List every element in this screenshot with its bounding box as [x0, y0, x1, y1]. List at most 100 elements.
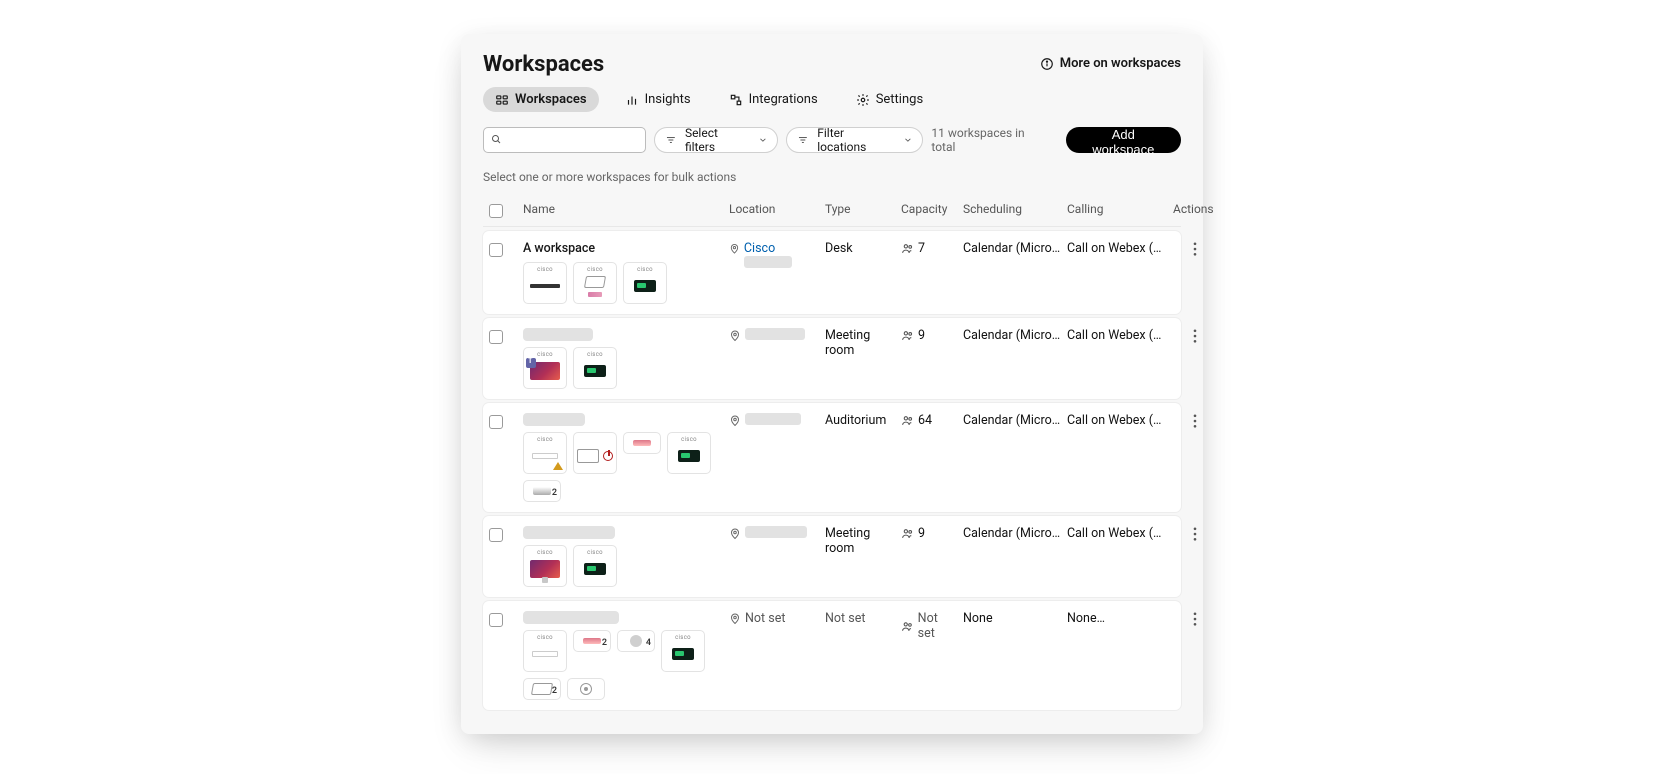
- settings-icon: [856, 93, 870, 107]
- location-pin-icon: [729, 415, 741, 427]
- type-cell: Auditorium: [825, 413, 895, 428]
- page-title: Workspaces: [483, 52, 604, 77]
- scheduling-cell: Calendar (Microsoft): [963, 328, 1061, 343]
- row-actions-button[interactable]: [1187, 526, 1203, 542]
- device-count-badge: 2: [552, 488, 557, 498]
- chevron-down-icon: [903, 135, 913, 145]
- device-thumb[interactable]: cisco: [523, 347, 567, 389]
- calling-cell: Call on Webex (1:1…: [1067, 526, 1167, 541]
- workspace-name-redacted: [523, 413, 585, 426]
- select-all-checkbox[interactable]: [489, 204, 503, 218]
- capacity-value: Not set: [918, 611, 957, 641]
- filter-locations-label: Filter locations: [817, 126, 894, 154]
- device-thumb[interactable]: [573, 432, 617, 474]
- device-thumb[interactable]: cisco: [523, 432, 567, 474]
- location-redacted: [745, 526, 807, 538]
- device-thumb[interactable]: [623, 432, 661, 454]
- device-count-badge: 2: [552, 686, 557, 696]
- warning-icon: [553, 462, 563, 470]
- col-name[interactable]: Name: [523, 202, 723, 216]
- row-actions-button[interactable]: [1187, 413, 1203, 429]
- device-thumb[interactable]: cisco: [667, 432, 711, 474]
- row-actions-button[interactable]: [1187, 241, 1203, 257]
- kebab-icon: [1193, 242, 1197, 256]
- more-on-workspaces-link[interactable]: More on workspaces: [1040, 52, 1181, 71]
- col-type[interactable]: Type: [825, 202, 895, 216]
- scheduling-cell: Calendar (Microsoft): [963, 241, 1061, 256]
- row-checkbox[interactable]: [489, 613, 503, 627]
- location-pin-icon: [729, 243, 740, 255]
- table-row[interactable]: cisco cisco 2 Auditorium 64 Calendar (Mi…: [483, 403, 1181, 512]
- info-icon: [1040, 57, 1054, 71]
- scheduling-cell: Calendar (Microsoft): [963, 413, 1061, 428]
- kebab-icon: [1193, 414, 1197, 428]
- calling-cell: Call on Webex (1:1…: [1067, 413, 1167, 428]
- device-thumb[interactable]: cisco: [573, 347, 617, 389]
- select-filters-label: Select filters: [685, 126, 750, 154]
- device-thumb[interactable]: cisco: [661, 630, 705, 672]
- people-icon: [901, 620, 914, 633]
- row-checkbox[interactable]: [489, 243, 503, 257]
- device-thumb[interactable]: [567, 678, 605, 700]
- device-thumb[interactable]: cisco: [523, 630, 567, 672]
- device-thumb[interactable]: cisco: [573, 262, 617, 304]
- row-actions-button[interactable]: [1187, 328, 1203, 344]
- integrations-icon: [729, 93, 743, 107]
- row-checkbox[interactable]: [489, 330, 503, 344]
- capacity-cell: 64: [901, 413, 957, 428]
- device-thumb[interactable]: 2: [523, 678, 561, 700]
- people-icon: [901, 242, 914, 255]
- device-thumbs: cisco 2 4 cisco 2: [523, 630, 723, 700]
- location-redacted: [745, 413, 801, 425]
- insights-icon: [625, 93, 639, 107]
- table-row[interactable]: cisco 2 4 cisco 2 Not set Not set Not se…: [483, 601, 1181, 710]
- more-on-workspaces-label: More on workspaces: [1060, 56, 1181, 71]
- device-thumb[interactable]: cisco: [523, 262, 567, 304]
- device-thumb[interactable]: cisco: [573, 545, 617, 587]
- select-filters-chip[interactable]: Select filters: [654, 127, 778, 153]
- tab-integrations[interactable]: Integrations: [717, 87, 830, 112]
- workspace-name-redacted: [523, 611, 619, 624]
- device-thumb[interactable]: cisco: [523, 545, 567, 587]
- row-checkbox[interactable]: [489, 415, 503, 429]
- tab-settings[interactable]: Settings: [844, 87, 935, 112]
- device-thumb[interactable]: cisco: [623, 262, 667, 304]
- tab-integrations-label: Integrations: [749, 92, 818, 107]
- device-count-badge: 4: [646, 638, 651, 648]
- device-thumbs: cisco cisco cisco: [523, 262, 723, 304]
- tab-insights[interactable]: Insights: [613, 87, 703, 112]
- capacity-cell: 7: [901, 241, 957, 256]
- filter-locations-chip[interactable]: Filter locations: [786, 127, 923, 153]
- capacity-value: 7: [918, 241, 925, 256]
- device-thumb[interactable]: 4: [617, 630, 655, 652]
- table-row[interactable]: cisco cisco Meeting room 9 Calendar (Mic…: [483, 516, 1181, 597]
- capacity-cell: 9: [901, 328, 957, 343]
- add-workspace-button[interactable]: Add workspace: [1066, 127, 1181, 153]
- location-pin-icon: [729, 613, 741, 625]
- col-capacity[interactable]: Capacity: [901, 202, 957, 216]
- device-thumb[interactable]: 2: [573, 630, 611, 652]
- col-scheduling[interactable]: Scheduling: [963, 202, 1061, 216]
- location-notset: Not set: [745, 611, 785, 626]
- calling-cell: Call on Webex (1:1…: [1067, 328, 1167, 343]
- table-row[interactable]: cisco cisco Meeting room 9 Calendar (Mic…: [483, 318, 1181, 399]
- workspaces-panel: Workspaces More on workspaces Workspaces…: [461, 34, 1203, 734]
- search-input[interactable]: [483, 127, 646, 153]
- location-cell: Not set: [729, 611, 819, 626]
- calling-cell: Call on Webex (1:1…: [1067, 241, 1167, 256]
- kebab-icon: [1193, 527, 1197, 541]
- row-actions-button[interactable]: [1187, 611, 1203, 627]
- device-thumb[interactable]: 2: [523, 480, 561, 502]
- table-row[interactable]: A workspace cisco cisco cisco Cisco Desk…: [483, 231, 1181, 314]
- col-calling[interactable]: Calling: [1067, 202, 1167, 216]
- location-cell: Cisco: [729, 241, 819, 272]
- location-link[interactable]: Cisco: [744, 241, 775, 256]
- location-cell: [729, 328, 819, 342]
- people-icon: [901, 414, 914, 427]
- tab-workspaces[interactable]: Workspaces: [483, 87, 599, 112]
- location-cell: [729, 526, 819, 540]
- row-checkbox[interactable]: [489, 528, 503, 542]
- col-location[interactable]: Location: [729, 202, 819, 216]
- filter-icon: [797, 134, 809, 146]
- calling-cell: None…: [1067, 611, 1167, 626]
